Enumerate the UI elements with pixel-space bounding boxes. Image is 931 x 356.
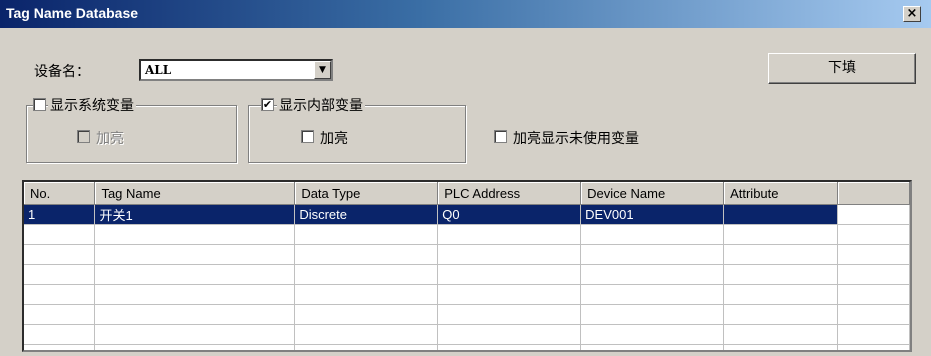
cell-tag-name: 开关1: [94, 204, 296, 225]
tag-name-database-window: Tag Name Database × 设备名： ALL ▼ 下填 显示系统变量…: [0, 0, 931, 356]
cell-plc-address: Q0: [437, 204, 582, 225]
column-header-plc-address[interactable]: PLC Address: [437, 182, 582, 205]
table-row-empty[interactable]: [24, 264, 910, 285]
system-highlight-checkbox: [77, 130, 90, 143]
tag-table[interactable]: No. Tag Name Data Type PLC Address Devic…: [22, 180, 912, 352]
internal-highlight-label: 加亮: [320, 131, 348, 147]
show-system-variables-label: 显示系统变量: [48, 95, 136, 115]
show-internal-variables-checkbox[interactable]: ✔: [261, 98, 274, 111]
highlight-unused-label: 加亮显示未使用变量: [513, 131, 639, 147]
cell-empty: [837, 204, 910, 225]
close-icon: ×: [906, 6, 918, 21]
column-header-tag-name[interactable]: Tag Name: [94, 182, 296, 205]
column-header-attribute[interactable]: Attribute: [723, 182, 839, 205]
highlight-unused-checkbox[interactable]: [494, 130, 507, 143]
device-name-value: ALL: [145, 63, 172, 77]
column-header-empty: [837, 182, 910, 205]
system-highlight-label: 加亮: [96, 131, 124, 147]
show-internal-variables-label: 显示内部变量: [277, 95, 365, 115]
device-name-label: 设备名：: [34, 64, 90, 80]
close-button[interactable]: ×: [903, 6, 921, 22]
window-title: Tag Name Database: [6, 5, 139, 21]
column-header-no[interactable]: No.: [24, 182, 96, 205]
column-header-data-type[interactable]: Data Type: [294, 182, 439, 205]
title-bar[interactable]: Tag Name Database ×: [0, 0, 931, 28]
table-row[interactable]: 1 开关1 Discrete Q0 DEV001: [24, 204, 910, 225]
column-header-device-name[interactable]: Device Name: [580, 182, 725, 205]
table-row-empty[interactable]: [24, 224, 910, 245]
cell-attribute: [723, 204, 839, 225]
table-header: No. Tag Name Data Type PLC Address Devic…: [24, 182, 910, 205]
fill-down-button[interactable]: 下填: [768, 53, 916, 84]
table-row-empty[interactable]: [24, 244, 910, 265]
chevron-down-icon[interactable]: ▼: [314, 61, 331, 79]
table-row-empty[interactable]: [24, 324, 910, 345]
table-row-empty[interactable]: [24, 344, 910, 350]
cell-no: 1: [24, 204, 96, 225]
show-system-variables-checkbox[interactable]: [33, 98, 46, 111]
device-name-select[interactable]: ALL ▼: [139, 59, 333, 81]
cell-device-name: DEV001: [580, 204, 725, 225]
internal-highlight-checkbox[interactable]: [301, 130, 314, 143]
table-row-empty[interactable]: [24, 284, 910, 305]
table-row-empty[interactable]: [24, 304, 910, 325]
cell-data-type: Discrete: [294, 204, 439, 225]
